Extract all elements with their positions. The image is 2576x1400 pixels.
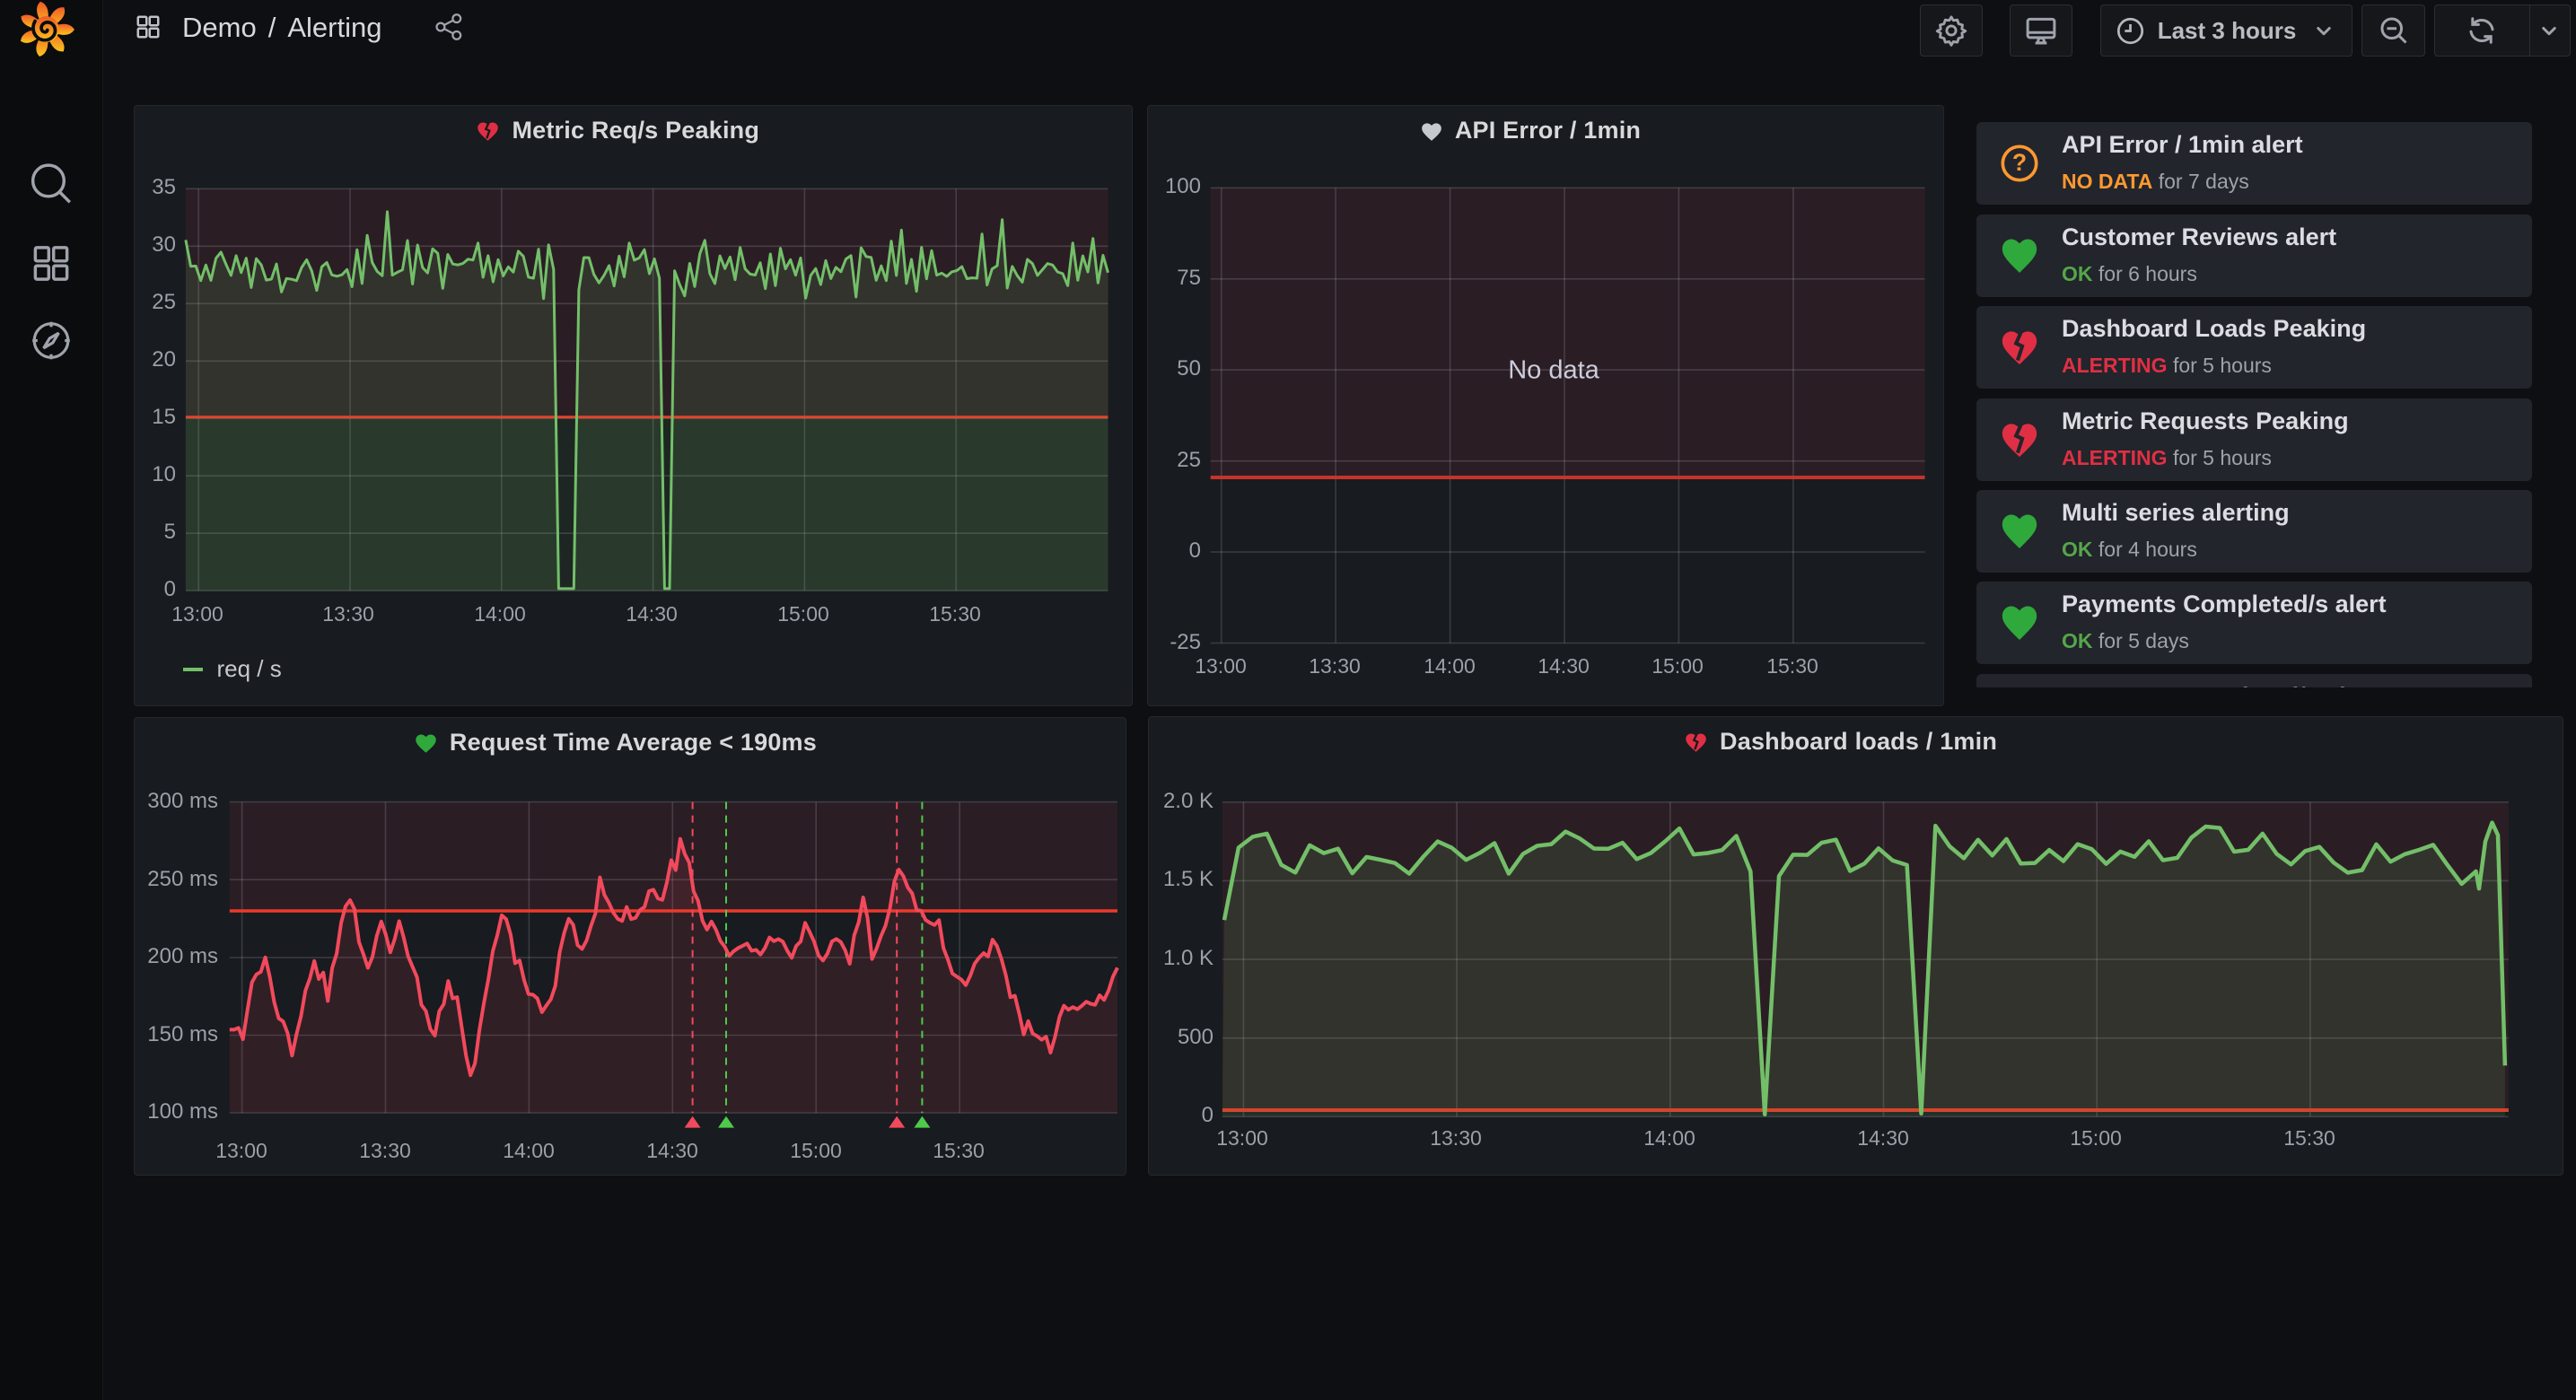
svg-text:?: ? bbox=[2012, 149, 2027, 176]
